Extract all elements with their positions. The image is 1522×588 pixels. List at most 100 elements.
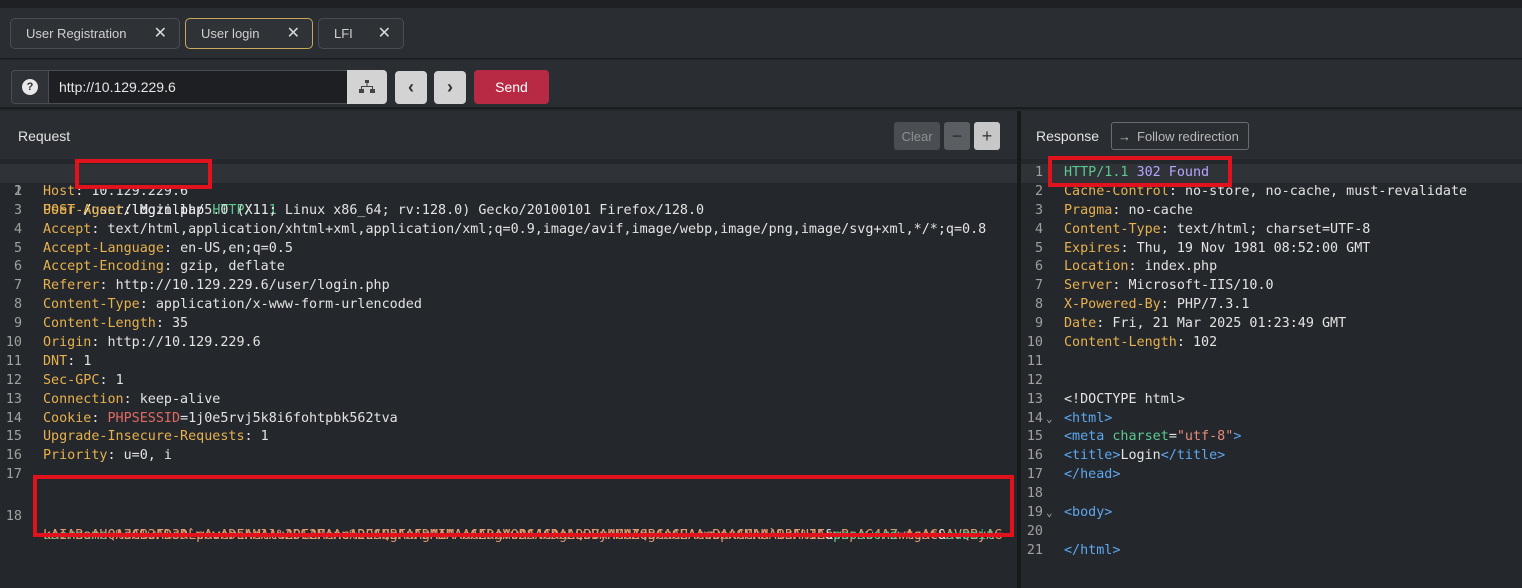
html-line: 17 </head> [1021, 466, 1522, 485]
tab-user-registration[interactable]: User Registration ✕ [10, 18, 180, 49]
chevron-left-icon: ‹ [408, 77, 414, 97]
header-line: 16 Priority: u=0, i [0, 447, 1017, 466]
header-line: 4 Accept: text/html,application/xhtml+xml… [0, 221, 1017, 240]
line-number: 12 [1026, 372, 1043, 388]
header-name: Content-Type [1064, 221, 1161, 237]
tab-label: LFI [334, 26, 353, 41]
header-line: 15 Upgrade-Insecure-Requests: 1 [0, 428, 1017, 447]
response-editor[interactable]: 1 HTTP/1.1 302 Found 2 Cache-Control: no-s… [1021, 164, 1522, 561]
forward-button[interactable]: › [434, 71, 466, 104]
header-name: Accept-Language [43, 240, 164, 256]
header-value: Thu, 19 Nov 1981 08:52:00 GMT [1136, 240, 1371, 256]
html-tag: </title> [1160, 448, 1226, 464]
header-value: Microsoft-IIS/10.0 [1128, 278, 1274, 294]
line-number: 16 [5, 448, 22, 464]
header-name: Origin [43, 335, 92, 351]
send-button[interactable]: Send [474, 70, 549, 104]
line-number: 17 [1026, 467, 1043, 483]
clear-button[interactable]: Clear [894, 122, 940, 150]
header-line: 7 Server: Microsoft-IIS/10.0 [1021, 277, 1522, 296]
html-line: 21 </html> [1021, 542, 1522, 561]
header-line: 9 Date: Fri, 21 Mar 2025 01:23:49 GMT [1021, 315, 1522, 334]
line-number: 6 [1034, 259, 1043, 275]
site-map-button[interactable] [347, 70, 387, 104]
header-value: Mozilla/5.0 (X11; Linux x86_64; rv:128.0… [139, 202, 705, 218]
line-number: 6 [13, 259, 22, 275]
line-number: 7 [13, 278, 22, 294]
request-title: Request [18, 128, 71, 144]
close-icon[interactable]: ✕ [378, 24, 391, 44]
line-number: 1 [1034, 165, 1043, 180]
header-name: Connection [43, 391, 124, 407]
line-number: 20 [1026, 523, 1043, 539]
header-name: X-Powered-By [1064, 297, 1161, 313]
header-name: Content-Type [43, 297, 140, 313]
blank-line: 18 [1021, 485, 1522, 504]
blank-line: 11 [1021, 353, 1522, 372]
header-name: Accept [43, 221, 92, 237]
line-number: 10 [1026, 335, 1043, 351]
line-number: 9 [1034, 316, 1043, 332]
header-name: Content-Length [1064, 335, 1177, 351]
tree-icon [359, 80, 375, 93]
header-name: Host [43, 183, 76, 199]
tab-label: User login [201, 26, 260, 41]
line-number: 3 [1034, 202, 1043, 218]
follow-label: Follow redirection [1137, 128, 1239, 144]
doctype: <!DOCTYPE html> [1064, 391, 1185, 407]
header-name: Accept-Encoding [43, 259, 164, 275]
html-attr-value: "utf-8" [1176, 429, 1234, 445]
line-number: 14 [1026, 410, 1043, 426]
html-line: 16 <title>Login</title> [1021, 447, 1522, 466]
line-number: 4 [13, 221, 22, 237]
html-attr: charset [1112, 429, 1169, 445]
zoom-in-button[interactable]: + [974, 122, 1000, 150]
header-line: 14 Cookie: PHPSESSID=1j0e5rvj5k8i6fohtpbk… [0, 410, 1017, 429]
fold-icon[interactable]: ⌄ [1046, 504, 1053, 523]
header-value: PHP/7.3.1 [1176, 297, 1250, 313]
header-line: 4 Content-Type: text/html; charset=UTF-8 [1021, 221, 1522, 240]
header-value: index.php [1144, 259, 1218, 275]
line-number: 8 [13, 297, 22, 313]
header-name: Cookie [43, 410, 92, 426]
header-line: 3 Pragma: no-cache [1021, 202, 1522, 221]
close-icon[interactable]: ✕ [287, 24, 300, 44]
close-icon[interactable]: ✕ [154, 24, 167, 44]
line-number: 5 [1034, 240, 1043, 256]
follow-redirection-button[interactable]: → Follow redirection [1111, 122, 1249, 150]
html-tag: </html> [1064, 542, 1121, 558]
tab-user-login[interactable]: User login ✕ [185, 18, 313, 49]
help-button[interactable]: ? [11, 70, 48, 104]
html-tag: <meta [1064, 429, 1105, 445]
request-editor[interactable]: 1 POST /user/login.php HTTP/1.1 2 Host: 1… [0, 164, 1017, 543]
header-line: 10 Content-Length: 102 [1021, 334, 1522, 353]
line-number: 5 [13, 240, 22, 256]
header-name: Referer [43, 278, 100, 294]
highlight-box-request-path [75, 159, 212, 189]
header-value: 1 [260, 429, 269, 445]
header-line: 11 DNT: 1 [0, 353, 1017, 372]
header-line: 5 Accept-Language: en-US,en;q=0.5 [0, 240, 1017, 259]
header-line: 6 Accept-Encoding: gzip, deflate [0, 258, 1017, 277]
header-line: 9 Content-Length: 35 [0, 315, 1017, 334]
header-value: text/html; charset=UTF-8 [1176, 221, 1371, 237]
header-line: 5 Expires: Thu, 19 Nov 1981 08:52:00 GMT [1021, 240, 1522, 259]
url-input[interactable] [48, 70, 348, 104]
header-value: keep-alive [139, 391, 221, 407]
tab-label: User Registration [26, 26, 127, 41]
header-line: 3 User-Agent: Mozilla/5.0 (X11; Linux x86… [0, 202, 1017, 221]
fold-icon[interactable]: ⌄ [1046, 410, 1053, 429]
header-value: Fri, 21 Mar 2025 01:23:49 GMT [1112, 316, 1347, 332]
header-value: 1 [115, 372, 124, 388]
tab-lfi[interactable]: LFI ✕ [318, 18, 404, 49]
line-number: 21 [1026, 542, 1043, 558]
zoom-out-button[interactable]: − [944, 122, 970, 150]
line-number: 2 [13, 183, 22, 199]
line-number: 13 [1026, 391, 1043, 407]
line-number: 8 [1034, 297, 1043, 313]
line-number: 11 [5, 353, 22, 369]
blank-line: 12 [1021, 372, 1522, 391]
header-value: http://10.129.229.6 [107, 335, 261, 351]
back-button[interactable]: ‹ [395, 71, 427, 104]
cookie-value: 1j0e5rvj5k8i6fohtpbk562tva [188, 410, 398, 426]
